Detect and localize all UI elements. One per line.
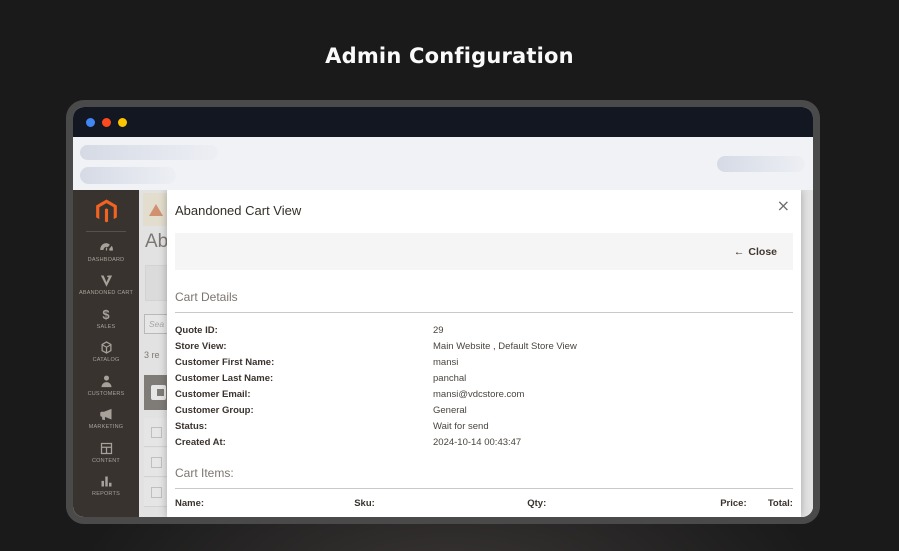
sidebar-item-label: MARKETING <box>88 424 124 431</box>
sidebar-item-label: SALES <box>96 323 116 330</box>
sidebar-item-label: DASHBOARD <box>87 257 125 263</box>
window-titlebar <box>73 107 813 137</box>
sidebar-divider <box>86 231 126 232</box>
field-row-first-name: Customer First Name: mansi <box>175 354 793 370</box>
field-label: Created At: <box>175 436 226 448</box>
field-row-email: Customer Email: mansi@vdcstore.com <box>175 386 793 402</box>
skeleton-bar <box>80 145 218 160</box>
sidebar-item-label: CONTENT <box>92 457 120 464</box>
field-row-created-at: Created At: 2024-10-14 00:43:47 <box>175 434 793 450</box>
modal-toolbar: ← Close <box>175 233 793 270</box>
sidebar-item-catalog[interactable]: CATALOG <box>73 335 139 368</box>
sidebar-item-label: ABANDONED CART <box>78 290 134 297</box>
field-row-status: Status: Wait for send <box>175 418 793 434</box>
skeleton-bar <box>717 156 805 172</box>
admin-grid-page: Ab Sea 3 re Abandoned Cart View × ← Clos… <box>139 190 813 517</box>
window-content: DASHBOARD ABANDONED CART $ SALES CATALOG… <box>73 137 813 517</box>
column-header-qty: Qty: <box>527 498 547 509</box>
marketing-icon <box>99 407 114 422</box>
column-header-price: Price: <box>720 498 747 509</box>
field-row-group: Customer Group: General <box>175 402 793 418</box>
cart-items-heading: Cart Items: <box>175 466 234 480</box>
sales-icon: $ <box>102 306 110 322</box>
sidebar-item-dashboard[interactable]: DASHBOARD <box>73 235 139 268</box>
sidebar-item-label: CATALOG <box>92 357 120 364</box>
field-label: Quote ID: <box>175 324 218 336</box>
column-header-total: Total: <box>767 498 793 509</box>
browser-window: DASHBOARD ABANDONED CART $ SALES CATALOG… <box>66 100 820 524</box>
column-header-sku: Sku: <box>354 498 375 509</box>
browser-chrome-skeleton <box>73 137 813 190</box>
field-label: Customer Email: <box>175 388 251 400</box>
field-value: mansi@vdcstore.com <box>433 388 525 400</box>
divider <box>175 488 793 489</box>
back-arrow-icon: ← <box>733 245 745 258</box>
field-label: Customer Last Name: <box>175 372 274 384</box>
admin-sidebar: DASHBOARD ABANDONED CART $ SALES CATALOG… <box>73 190 139 517</box>
field-value: panchal <box>433 372 467 384</box>
field-row-quote-id: Quote ID: 29 <box>175 322 793 338</box>
skeleton-bar <box>80 167 176 184</box>
window-dot-yellow[interactable] <box>118 117 127 127</box>
sidebar-item-sales[interactable]: $ SALES <box>73 302 139 335</box>
field-row-store-view: Store View: Main Website , Default Store… <box>175 338 793 354</box>
admin-page: DASHBOARD ABANDONED CART $ SALES CATALOG… <box>73 190 813 517</box>
sidebar-item-reports[interactable]: REPORTS <box>73 469 139 502</box>
close-icon[interactable]: × <box>777 198 790 214</box>
page-title: Admin Configuration <box>325 44 574 68</box>
field-value: General <box>433 404 467 416</box>
field-value: mansi <box>433 356 459 368</box>
field-label: Customer Group: <box>175 404 254 416</box>
field-label: Store View: <box>175 340 227 352</box>
abandoned-cart-icon <box>99 273 114 288</box>
cart-details-heading: Cart Details <box>175 290 238 304</box>
field-value: Wait for send <box>433 420 489 432</box>
window-dot-blue[interactable] <box>86 117 95 127</box>
field-row-last-name: Customer Last Name: panchal <box>175 370 793 386</box>
content-icon <box>99 441 114 456</box>
close-button[interactable]: ← Close <box>734 246 777 258</box>
field-label: Status: <box>175 420 208 432</box>
cart-items-table-header: Name: Sku: Qty: Price: Total: <box>175 498 793 509</box>
field-value: Main Website , Default Store View <box>433 340 577 352</box>
dashboard-icon <box>99 240 114 255</box>
column-header-name: Name: <box>175 498 205 509</box>
divider <box>175 312 793 313</box>
close-button-label: Close <box>748 245 777 258</box>
abandoned-cart-view-modal: Abandoned Cart View × ← Close Cart Detai… <box>167 190 801 517</box>
sidebar-item-customers[interactable]: CUSTOMERS <box>73 369 139 402</box>
catalog-icon <box>99 340 114 355</box>
cart-details-fields: Quote ID: 29 Store View: Main Website , … <box>175 322 793 450</box>
modal-title: Abandoned Cart View <box>175 203 302 218</box>
reports-icon <box>99 474 114 489</box>
sidebar-item-label: CUSTOMERS <box>87 390 125 397</box>
field-label: Customer First Name: <box>175 356 275 368</box>
field-value: 29 <box>433 324 444 336</box>
sidebar-item-label: REPORTS <box>92 490 120 497</box>
magento-logo-icon[interactable] <box>93 197 120 224</box>
modal-header: Abandoned Cart View × <box>175 190 793 220</box>
sidebar-item-abandoned-cart[interactable]: ABANDONED CART <box>73 268 139 301</box>
field-value: 2024-10-14 00:43:47 <box>433 436 522 448</box>
window-dot-red[interactable] <box>102 117 111 127</box>
customers-icon <box>99 374 114 389</box>
sidebar-item-content[interactable]: CONTENT <box>73 436 139 469</box>
sidebar-item-marketing[interactable]: MARKETING <box>73 402 139 435</box>
